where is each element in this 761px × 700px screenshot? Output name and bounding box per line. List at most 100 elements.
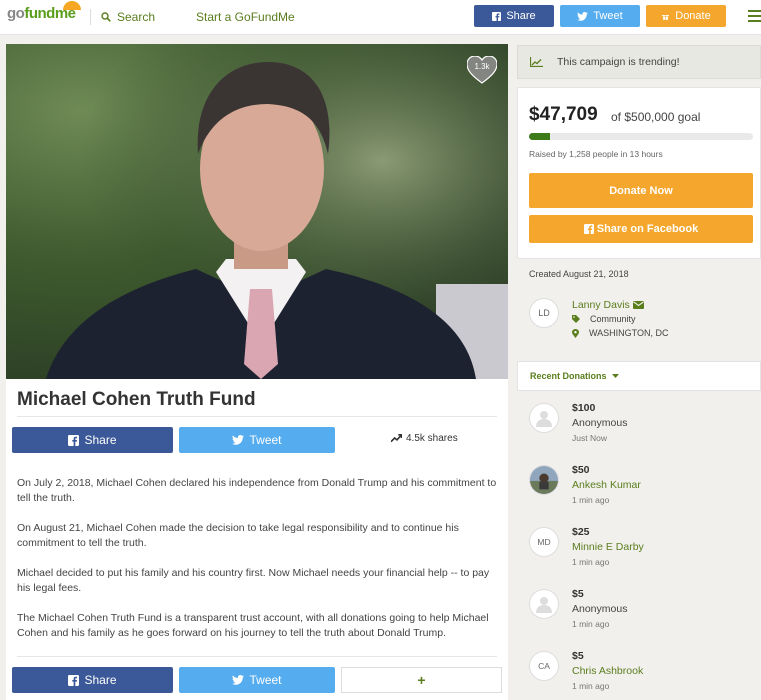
donor-name[interactable]: Chris Ashbrook: [572, 665, 643, 677]
donation-time: 1 min ago: [572, 557, 610, 567]
tweet-button[interactable]: Tweet: [179, 427, 335, 453]
header-donate-button[interactable]: Donate: [646, 5, 726, 27]
hamburger-menu-icon[interactable]: [748, 10, 761, 25]
story-paragraph: On August 21, Michael Cohen made the dec…: [17, 522, 459, 549]
raised-by-text: Raised by 1,258 people in 13 hours: [529, 149, 663, 159]
bottom-share-facebook-button[interactable]: Share: [12, 667, 173, 693]
header-tweet-label: Tweet: [593, 10, 623, 22]
more-share-options-button[interactable]: +: [341, 667, 502, 693]
donation-item: $100 Anonymous Just Now: [529, 402, 761, 453]
donation-time: Just Now: [572, 433, 607, 443]
donor-name: Anonymous: [572, 603, 628, 615]
header-share-label: Share: [506, 10, 536, 22]
twitter-icon: [232, 675, 245, 685]
donation-goal-card: $47,709 of $500,000 goal Raised by 1,258…: [517, 87, 761, 259]
campaign-photo-illustration: [6, 44, 508, 379]
created-date: Created August 21, 2018: [529, 269, 629, 279]
donor-photo: [530, 466, 558, 494]
header-donate-label: Donate: [675, 10, 711, 22]
person-icon: [536, 411, 552, 427]
tag-icon: [572, 315, 580, 323]
facebook-icon: [583, 224, 594, 234]
trending-banner: This campaign is trending!: [517, 45, 761, 79]
envelope-icon[interactable]: [632, 301, 644, 309]
donor-avatar: [529, 589, 559, 619]
organizer-name: Lanny Davis: [572, 299, 630, 311]
donate-now-button[interactable]: Donate Now: [529, 173, 753, 208]
facebook-icon: [492, 11, 502, 21]
story-paragraph: On July 2, 2018, Michael Cohen declared …: [17, 477, 497, 504]
header-tweet-button[interactable]: Tweet: [560, 5, 640, 27]
facebook-icon: [68, 674, 80, 686]
person-icon: [536, 597, 552, 613]
donate-icon: [661, 13, 670, 20]
donation-item: CA $5 Chris Ashbrook 1 min ago: [529, 650, 761, 700]
campaign-card: 1.3k Michael Cohen Truth Fund Share Twee…: [6, 44, 508, 700]
facebook-icon: [68, 434, 80, 446]
bottom-tweet-button[interactable]: Tweet: [179, 667, 335, 693]
share-facebook-button[interactable]: Share: [12, 427, 173, 453]
donation-item: $5 Anonymous 1 min ago: [529, 588, 761, 639]
donation-time: 1 min ago: [572, 495, 610, 505]
recent-donations-dropdown[interactable]: Recent Donations: [517, 361, 761, 391]
shares-count-text: 4.5k shares: [406, 433, 458, 444]
search-label: Search: [117, 10, 156, 24]
progress-bar-fill: [529, 133, 551, 140]
amount-raised: $47,709: [529, 104, 598, 125]
organizer-category: Community: [572, 314, 636, 324]
share-label: Share: [84, 433, 117, 447]
donation-item: $50 Ankesh Kumar 1 min ago: [529, 464, 761, 515]
story-paragraph: Michael decided to put his family and hi…: [17, 567, 490, 594]
share-on-facebook-button[interactable]: Share on Facebook: [529, 215, 753, 243]
donor-name: Anonymous: [572, 417, 628, 429]
recent-donations-label: Recent Donations: [530, 371, 607, 381]
goal-text: of $500,000 goal: [611, 110, 701, 124]
organizer-name-link[interactable]: Lanny Davis: [572, 299, 644, 311]
trending-arrow-icon: [391, 434, 402, 443]
start-gofundme-link[interactable]: Start a GoFundMe: [196, 10, 295, 24]
donation-amount: $25: [572, 526, 590, 538]
divider: [17, 656, 497, 657]
donor-name[interactable]: Ankesh Kumar: [572, 479, 641, 491]
donation-amount: $5: [572, 650, 584, 662]
tweet-label: Tweet: [249, 673, 282, 687]
donation-time: 1 min ago: [572, 681, 610, 691]
top-navbar: gofundme Search Start a GoFundMe Share T…: [0, 0, 761, 35]
search-icon: [101, 12, 111, 22]
donor-name[interactable]: Minnie E Darby: [572, 541, 644, 553]
shares-count: 4.5k shares: [391, 433, 458, 444]
donor-avatar: MD: [529, 527, 559, 557]
trending-chart-icon: [530, 57, 543, 67]
donor-avatar: [529, 403, 559, 433]
twitter-icon: [232, 435, 245, 445]
organizer-location-text: WASHINGTON, DC: [589, 328, 669, 338]
progress-bar: [529, 133, 753, 140]
trending-text: This campaign is trending!: [557, 56, 680, 68]
header-divider: [90, 9, 91, 25]
tweet-label: Tweet: [249, 433, 282, 447]
header-share-button[interactable]: Share: [474, 5, 554, 27]
donor-avatar: CA: [529, 651, 559, 681]
donation-amount: $50: [572, 464, 590, 476]
organizer-location: WASHINGTON, DC: [572, 328, 669, 338]
heart-count: 1.3k: [474, 62, 490, 71]
share-on-facebook-label: Share on Facebook: [596, 223, 699, 235]
story-paragraph: The Michael Cohen Truth Fund is a transp…: [17, 612, 489, 639]
donation-amount: $100: [572, 402, 596, 414]
campaign-title: Michael Cohen Truth Fund: [17, 389, 256, 410]
divider: [17, 416, 497, 417]
campaign-photo: [6, 44, 508, 379]
donation-item: MD $25 Minnie E Darby 1 min ago: [529, 526, 761, 577]
map-pin-icon: [572, 328, 579, 338]
donation-amount: $5: [572, 588, 584, 600]
logo-sun-icon: [63, 1, 81, 10]
organizer-category-text: Community: [590, 314, 636, 324]
donor-avatar-photo: [529, 465, 559, 495]
organizer-avatar: LD: [529, 298, 559, 328]
twitter-icon: [577, 11, 589, 21]
donation-time: 1 min ago: [572, 619, 610, 629]
gofundme-logo[interactable]: gofundme: [7, 1, 81, 22]
share-label: Share: [84, 673, 117, 687]
search-link[interactable]: Search: [101, 10, 155, 24]
caret-down-icon: [611, 374, 619, 378]
